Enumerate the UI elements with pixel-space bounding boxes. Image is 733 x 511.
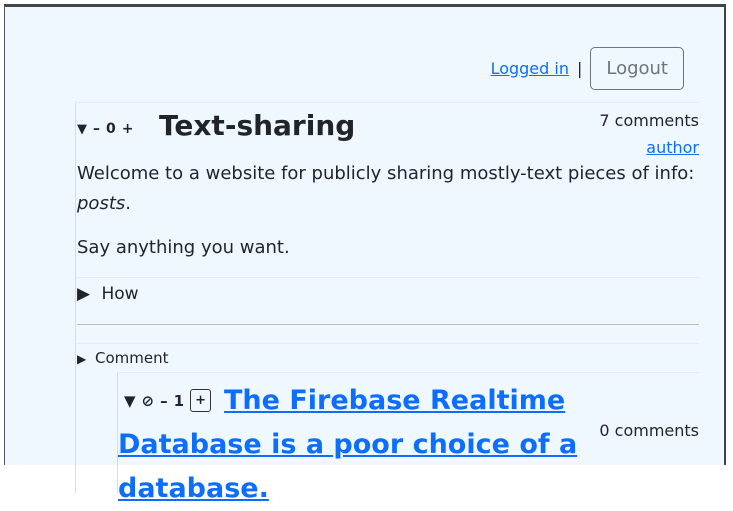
child-vote-controls: ▼ ⊘ – 1 + xyxy=(124,389,211,412)
post-header: ▼ – 0 + Text-sharing 7 comments author xyxy=(77,103,699,157)
author-link[interactable]: author xyxy=(646,138,699,157)
child-post: The Firebase Realtime Database is a poor… xyxy=(117,372,699,504)
collapse-triangle-icon[interactable]: ▼ xyxy=(124,392,136,410)
intro-emphasis: posts xyxy=(77,193,126,214)
downvote-button[interactable]: – xyxy=(160,392,168,410)
separator: | xyxy=(576,59,583,78)
intro-period: . xyxy=(125,193,131,214)
upvote-button[interactable]: + xyxy=(190,389,211,412)
comment-details[interactable]: ▶ Comment xyxy=(77,343,699,372)
post: ▼ – 0 + Text-sharing 7 comments author W… xyxy=(75,102,699,504)
child-score: 1 xyxy=(173,391,185,410)
page-frame: Logged in | Logout ▼ – 0 + Text-sharing … xyxy=(4,4,726,504)
intro-text: Welcome to a website for publicly sharin… xyxy=(77,163,695,184)
downvote-button[interactable]: – xyxy=(93,121,100,137)
vote-controls: ▼ – 0 + xyxy=(77,121,133,137)
second-paragraph: Say anything you want. xyxy=(77,237,290,258)
comment-count: 7 comments xyxy=(599,111,699,130)
intro-paragraph: Welcome to a website for publicly sharin… xyxy=(77,159,699,219)
logout-button[interactable]: Logout xyxy=(590,47,684,90)
auth-bar: Logged in | Logout xyxy=(491,47,684,90)
comment-label: Comment xyxy=(95,349,169,367)
collapse-triangle-icon[interactable]: ▼ xyxy=(77,122,87,137)
logged-in-link[interactable]: Logged in xyxy=(491,59,569,78)
post-body: Welcome to a website for publicly sharin… xyxy=(77,159,699,263)
upvote-button[interactable]: + xyxy=(122,121,134,137)
expand-triangle-icon: ▶ xyxy=(77,352,87,366)
post-meta: 7 comments author xyxy=(599,107,699,161)
divider xyxy=(77,324,699,325)
how-details[interactable]: ▶ How xyxy=(77,277,699,310)
child-comment-count: 0 comments xyxy=(599,421,699,440)
post-title: Text-sharing xyxy=(159,109,356,142)
score: 0 xyxy=(106,121,116,137)
expand-triangle-icon: ▶ xyxy=(77,284,91,304)
how-label: How xyxy=(101,284,139,304)
block-icon[interactable]: ⊘ xyxy=(142,392,155,410)
